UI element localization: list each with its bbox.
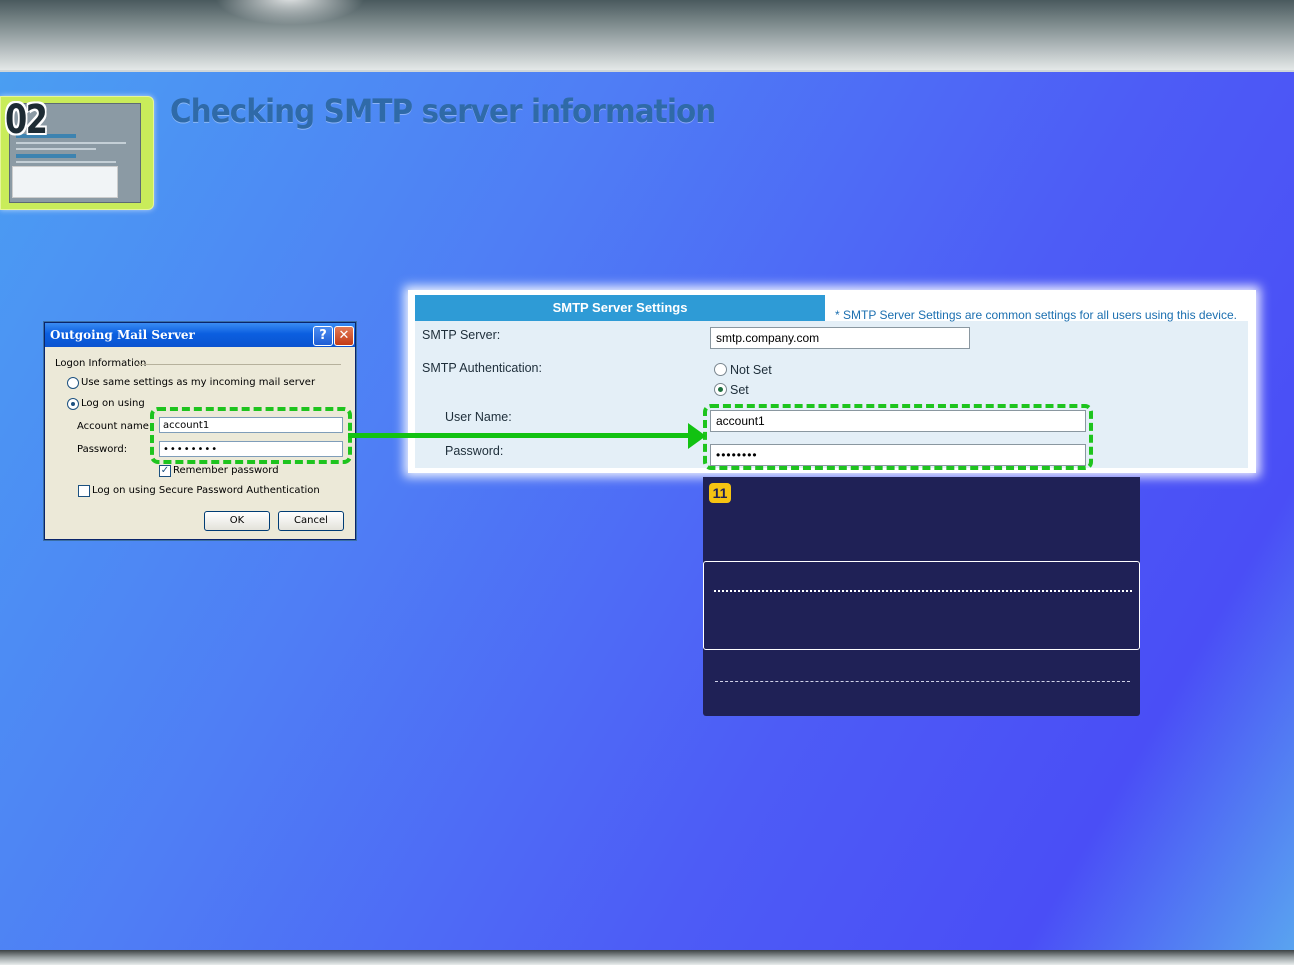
option-same-settings-label: Use same settings as my incoming mail se… bbox=[81, 377, 316, 388]
help-icon[interactable]: ? bbox=[313, 326, 333, 346]
remember-password-label: Remember password bbox=[173, 465, 279, 476]
user-name-label: User Name: bbox=[445, 410, 512, 424]
radio-log-on-using[interactable] bbox=[67, 398, 79, 410]
thumb-line bbox=[16, 148, 96, 150]
arrow-connector bbox=[348, 433, 688, 438]
dotted-divider bbox=[714, 590, 1132, 592]
account-name-label: Account name: bbox=[77, 421, 153, 432]
dashed-divider bbox=[715, 681, 1130, 682]
remember-password-checkbox[interactable]: ✓ bbox=[159, 465, 171, 477]
smtp-password-label: Password: bbox=[445, 444, 504, 458]
info-panel: 11 bbox=[703, 477, 1140, 716]
auth-set-label: Set bbox=[730, 383, 749, 397]
group-divider bbox=[137, 364, 341, 365]
logon-group-label: Logon Information bbox=[55, 358, 147, 369]
thumb-panel bbox=[12, 166, 118, 198]
password-label: Password: bbox=[77, 444, 128, 455]
option-log-on-using-label: Log on using bbox=[81, 398, 145, 409]
page-title: Checking SMTP server information bbox=[170, 92, 716, 130]
smtp-credentials-highlight bbox=[703, 404, 1093, 470]
top-banner bbox=[0, 0, 1294, 72]
arrow-head-icon bbox=[688, 423, 706, 449]
bottom-banner bbox=[0, 950, 1294, 965]
dialog-titlebar[interactable]: Outgoing Mail Server ? ✕ bbox=[45, 323, 355, 347]
radio-auth-not-set[interactable] bbox=[714, 363, 727, 376]
thumb-band bbox=[16, 154, 76, 158]
cancel-button[interactable]: Cancel bbox=[278, 511, 344, 531]
smtp-settings-note: * SMTP Server Settings are common settin… bbox=[835, 308, 1237, 322]
step-badge: 11 bbox=[709, 483, 731, 503]
spa-checkbox[interactable] bbox=[78, 485, 90, 497]
dialog-credentials-highlight bbox=[150, 407, 352, 464]
smtp-settings-header: SMTP Server Settings bbox=[415, 295, 825, 321]
smtp-server-label: SMTP Server: bbox=[422, 328, 501, 342]
step-thumbnail-card[interactable]: 02 bbox=[0, 96, 154, 210]
smtp-server-input[interactable]: smtp.company.com bbox=[710, 327, 970, 349]
step-number: 02 bbox=[5, 97, 48, 143]
radio-auth-set[interactable] bbox=[714, 383, 727, 396]
banner-glow bbox=[215, 0, 365, 25]
info-panel-box bbox=[703, 561, 1140, 650]
auth-not-set-label: Not Set bbox=[730, 363, 772, 377]
dialog-title: Outgoing Mail Server bbox=[50, 328, 195, 342]
radio-same-settings[interactable] bbox=[67, 377, 79, 389]
smtp-auth-label: SMTP Authentication: bbox=[422, 361, 542, 375]
close-icon[interactable]: ✕ bbox=[334, 326, 354, 346]
spa-label: Log on using Secure Password Authenticat… bbox=[92, 485, 320, 496]
ok-button[interactable]: OK bbox=[204, 511, 270, 531]
thumb-line bbox=[16, 161, 116, 163]
